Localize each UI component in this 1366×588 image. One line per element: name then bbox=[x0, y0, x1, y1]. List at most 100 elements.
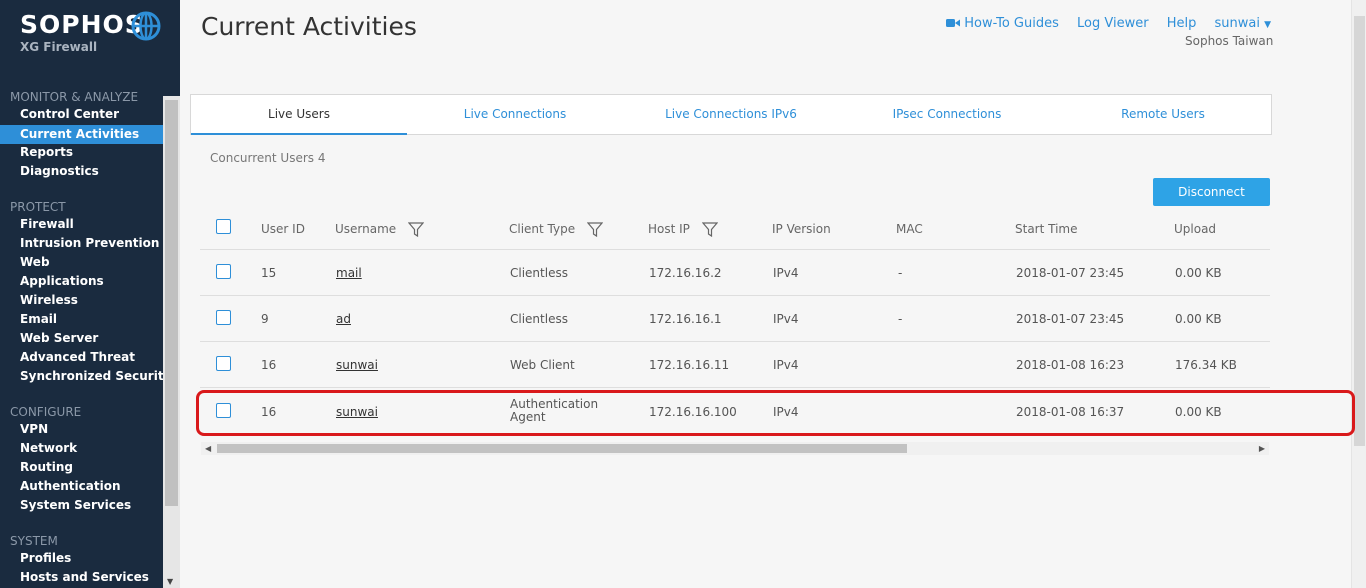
page-scrollbar[interactable] bbox=[1351, 0, 1366, 588]
nav-section-monitor: MONITOR & ANALYZE bbox=[10, 90, 139, 104]
scroll-down-arrow-icon[interactable]: ▼ bbox=[167, 577, 173, 586]
header-links: How-To Guides Log Viewer Help sunwai ▼ bbox=[932, 16, 1271, 31]
col-host-ip: Host IP bbox=[648, 222, 718, 237]
caret-down-icon: ▼ bbox=[1264, 20, 1271, 30]
filter-icon[interactable] bbox=[701, 222, 718, 237]
col-mac[interactable]: MAC bbox=[896, 222, 923, 236]
cell-user-id: 9 bbox=[261, 312, 269, 326]
sidebar-item-reports[interactable]: Reports bbox=[20, 145, 73, 159]
nav-section-protect: PROTECT bbox=[10, 200, 66, 214]
sidebar-item-current-activities[interactable]: Current Activities bbox=[0, 125, 163, 144]
disconnect-button[interactable]: Disconnect bbox=[1153, 178, 1270, 206]
col-ip-version[interactable]: IP Version bbox=[772, 222, 831, 236]
tab-live-connections[interactable]: Live Connections bbox=[407, 95, 623, 134]
cell-ip-version: IPv4 bbox=[773, 312, 799, 326]
cell-upload: 0.00 KB bbox=[1175, 266, 1222, 280]
sidebar-item-web-server[interactable]: Web Server bbox=[20, 331, 98, 345]
sidebar-item-profiles[interactable]: Profiles bbox=[20, 551, 71, 565]
video-camera-icon bbox=[946, 19, 961, 27]
sidebar-item-web[interactable]: Web bbox=[20, 255, 50, 269]
sidebar-item-authentication[interactable]: Authentication bbox=[20, 479, 121, 493]
row-checkbox[interactable] bbox=[216, 310, 231, 325]
tab-live-connections-ipv6[interactable]: Live Connections IPv6 bbox=[623, 95, 839, 134]
brand-name: SOPHOS bbox=[20, 10, 144, 39]
globe-icon bbox=[131, 11, 161, 41]
cell-username-link[interactable]: sunwai bbox=[336, 358, 378, 372]
scroll-right-arrow-icon[interactable]: ▶ bbox=[1259, 442, 1265, 455]
filter-icon[interactable] bbox=[408, 222, 424, 237]
sidebar-item-intrusion-prevention[interactable]: Intrusion Prevention bbox=[20, 236, 159, 250]
cell-upload: 176.34 KB bbox=[1175, 358, 1237, 372]
concurrent-users-count: Concurrent Users 4 bbox=[210, 151, 326, 165]
user-menu[interactable]: sunwai ▼ bbox=[1214, 16, 1271, 31]
row-checkbox[interactable] bbox=[216, 264, 231, 279]
sidebar-item-email[interactable]: Email bbox=[20, 312, 57, 326]
highlight-annotation bbox=[196, 390, 1355, 436]
sidebar-item-network[interactable]: Network bbox=[20, 441, 77, 455]
col-client-type: Client Type bbox=[509, 222, 603, 237]
product-name: XG Firewall bbox=[20, 40, 98, 54]
table-header-row: User ID Username Client Type Host IP IP … bbox=[200, 210, 1270, 250]
sidebar: SOPHOS XG Firewall MONITOR & ANALYZE Con… bbox=[0, 0, 180, 588]
table-scrollbar-thumb[interactable] bbox=[217, 444, 907, 453]
col-username: Username bbox=[335, 222, 424, 237]
select-all-checkbox[interactable] bbox=[216, 219, 231, 234]
sidebar-item-diagnostics[interactable]: Diagnostics bbox=[20, 164, 99, 178]
col-host-ip-label[interactable]: Host IP bbox=[648, 222, 690, 236]
cell-user-id: 15 bbox=[261, 266, 277, 280]
sidebar-scrollbar[interactable]: ▼ bbox=[163, 96, 180, 588]
sidebar-item-hosts-and-services[interactable]: Hosts and Services bbox=[20, 570, 149, 584]
cell-username-link[interactable]: mail bbox=[336, 266, 362, 280]
cell-ip-version: IPv4 bbox=[773, 266, 799, 280]
table-row[interactable]: 15 mail Clientless 172.16.16.2 IPv4 - 20… bbox=[200, 250, 1270, 296]
user-name: sunwai bbox=[1214, 16, 1260, 31]
col-upload[interactable]: Upload bbox=[1174, 222, 1216, 236]
cell-mac: - bbox=[898, 266, 903, 280]
filter-icon[interactable] bbox=[586, 222, 603, 237]
how-to-guides-label: How-To Guides bbox=[964, 16, 1059, 31]
page-scrollbar-thumb[interactable] bbox=[1354, 16, 1365, 446]
tab-bar: Live Users Live Connections Live Connect… bbox=[190, 94, 1272, 135]
col-start-time[interactable]: Start Time bbox=[1015, 222, 1078, 236]
table-row[interactable]: 9 ad Clientless 172.16.16.1 IPv4 - 2018-… bbox=[200, 296, 1270, 342]
cell-host-ip: 172.16.16.2 bbox=[649, 266, 722, 280]
scroll-left-arrow-icon[interactable]: ◀ bbox=[205, 442, 211, 455]
sidebar-item-advanced-threat[interactable]: Advanced Threat bbox=[20, 350, 135, 364]
sidebar-item-wireless[interactable]: Wireless bbox=[20, 293, 78, 307]
col-client-type-label[interactable]: Client Type bbox=[509, 222, 575, 236]
row-checkbox[interactable] bbox=[216, 356, 231, 371]
sidebar-item-applications[interactable]: Applications bbox=[20, 274, 104, 288]
sidebar-item-synchronized-security[interactable]: Synchronized Security bbox=[20, 369, 171, 383]
organization-name: Sophos Taiwan bbox=[1185, 34, 1274, 48]
cell-host-ip: 172.16.16.1 bbox=[649, 312, 722, 326]
table-row[interactable]: 16 sunwai Web Client 172.16.16.11 IPv4 2… bbox=[200, 342, 1270, 388]
cell-client-type: Clientless bbox=[510, 312, 568, 326]
nav-section-system: SYSTEM bbox=[10, 534, 58, 548]
tab-remote-users[interactable]: Remote Users bbox=[1055, 95, 1271, 134]
col-username-label[interactable]: Username bbox=[335, 222, 396, 236]
sophos-logo[interactable]: SOPHOS XG Firewall bbox=[20, 8, 161, 54]
cell-user-id: 16 bbox=[261, 358, 277, 372]
cell-client-type: Clientless bbox=[510, 266, 568, 280]
help-link[interactable]: Help bbox=[1167, 16, 1197, 31]
sidebar-item-system-services[interactable]: System Services bbox=[20, 498, 131, 512]
log-viewer-link[interactable]: Log Viewer bbox=[1077, 16, 1149, 31]
cell-start-time: 2018-01-08 16:23 bbox=[1016, 358, 1125, 372]
cell-client-type: Web Client bbox=[510, 358, 575, 372]
cell-start-time: 2018-01-07 23:45 bbox=[1016, 312, 1125, 326]
tab-live-users[interactable]: Live Users bbox=[191, 95, 407, 135]
sidebar-item-routing[interactable]: Routing bbox=[20, 460, 73, 474]
sidebar-item-control-center[interactable]: Control Center bbox=[20, 107, 119, 121]
table-horizontal-scrollbar[interactable]: ◀ ▶ bbox=[201, 442, 1269, 455]
sidebar-item-firewall[interactable]: Firewall bbox=[20, 217, 74, 231]
sidebar-scrollbar-thumb[interactable] bbox=[165, 100, 178, 506]
cell-upload: 0.00 KB bbox=[1175, 312, 1222, 326]
how-to-guides-link[interactable]: How-To Guides bbox=[946, 16, 1063, 31]
cell-host-ip: 172.16.16.11 bbox=[649, 358, 730, 372]
cell-start-time: 2018-01-07 23:45 bbox=[1016, 266, 1125, 280]
sidebar-item-vpn[interactable]: VPN bbox=[20, 422, 48, 436]
page-title: Current Activities bbox=[201, 12, 417, 41]
cell-username-link[interactable]: ad bbox=[336, 312, 351, 326]
tab-ipsec-connections[interactable]: IPsec Connections bbox=[839, 95, 1055, 134]
col-user-id[interactable]: User ID bbox=[261, 222, 305, 236]
